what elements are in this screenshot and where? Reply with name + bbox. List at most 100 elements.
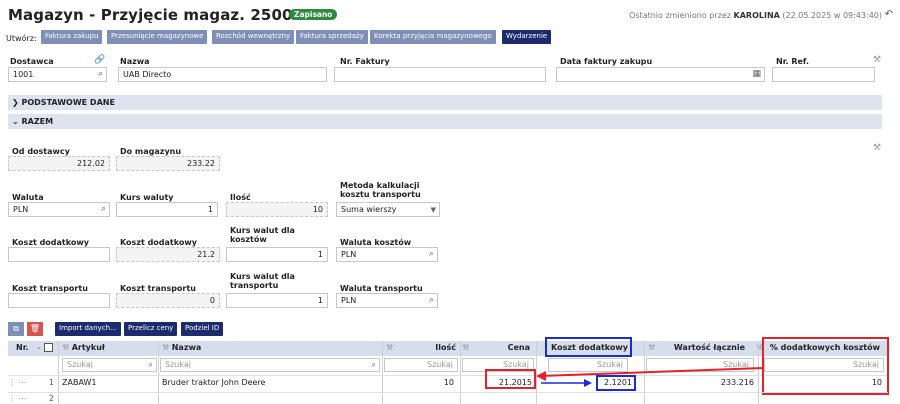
column-header-total-value[interactable]: Wartość łącznie xyxy=(660,343,745,352)
section-total[interactable]: ⌄ RAZEM xyxy=(8,114,882,129)
transport-exchange-rate-label-line2: transportu xyxy=(230,281,279,290)
transport-calc-method-value: Suma wierszy xyxy=(341,205,397,214)
wrench-icon[interactable]: ⚒ xyxy=(462,343,469,352)
transport-currency-value: PLN xyxy=(341,296,357,305)
additional-cost-total-value: 21.2 xyxy=(116,247,220,262)
column-header-price[interactable]: Cena xyxy=(500,343,530,352)
wrench-icon: ⚒ xyxy=(62,343,72,352)
currency-input[interactable]: PLN ⌕ xyxy=(8,202,110,217)
drag-handle-icon[interactable]: ⋮ ⋯ xyxy=(8,394,27,403)
cost-exchange-rate-input[interactable]: 1 xyxy=(226,247,328,262)
transport-calc-method-select[interactable]: Suma wierszy ▼ xyxy=(336,202,440,217)
create-purchase-invoice-button[interactable]: Faktura zakupu xyxy=(41,30,103,44)
transport-cost-label: Koszt transportu xyxy=(12,284,88,293)
transport-cost-input[interactable] xyxy=(8,293,110,308)
search-icon[interactable]: ⌕ xyxy=(101,204,106,214)
calendar-icon[interactable]: ▦ xyxy=(752,69,761,79)
search-icon[interactable]: ⌕ xyxy=(98,69,103,79)
column-divider xyxy=(382,341,383,404)
currency-value: PLN xyxy=(13,205,29,214)
section-basic-data[interactable]: ❯ PODSTAWOWE DANE xyxy=(8,95,882,110)
drag-handle-icon[interactable]: ⋮ ⋯ xyxy=(8,378,27,387)
invoice-number-label: Nr. Faktury xyxy=(340,57,390,66)
cell-quantity[interactable]: 10 xyxy=(384,378,454,387)
history-icon[interactable]: ↶ xyxy=(885,9,893,20)
cell-additional-cost[interactable]: 2.1201 xyxy=(598,378,632,387)
row-number: 1 xyxy=(48,378,54,387)
exchange-rate-label: Kurs waluty xyxy=(120,193,174,202)
column-header-quantity[interactable]: Ilość xyxy=(420,343,456,352)
chevron-down-icon: ▼ xyxy=(430,206,436,214)
cost-currency-input[interactable]: PLN ⌕ xyxy=(336,247,438,262)
wrench-icon[interactable]: ⚒ xyxy=(648,343,655,352)
transport-calc-method-label-line1: Metoda kalkulacji xyxy=(340,181,420,190)
wrench-icon[interactable]: ⚒ xyxy=(873,55,881,65)
copy-icon[interactable]: ⧉ xyxy=(8,322,24,336)
name-label: Nazwa xyxy=(120,57,150,66)
supplier-value: 1001 xyxy=(13,70,34,79)
to-warehouse-value: 233.22 xyxy=(116,156,220,171)
ref-number-input[interactable] xyxy=(772,67,875,82)
search-placeholder: Szukaj xyxy=(165,360,191,369)
column-divider xyxy=(158,341,159,404)
cell-total-value[interactable]: 233.216 xyxy=(646,378,754,387)
additional-cost-input[interactable] xyxy=(8,247,110,262)
from-supplier-value: 212.02 xyxy=(8,156,110,171)
import-data-button[interactable]: Import danych... xyxy=(55,322,121,336)
column-header-additional-cost[interactable]: Koszt dodatkowy xyxy=(548,343,628,352)
cell-price[interactable]: 21.2015 xyxy=(488,378,532,387)
sort-icon[interactable]: ⌄ xyxy=(36,343,42,351)
transport-cost-total-label: Koszt transportu xyxy=(120,284,196,293)
chevron-down-icon: ⌄ xyxy=(12,117,22,126)
create-receipt-correction-button[interactable]: Korekta przyjęcia magazynowego xyxy=(370,30,496,44)
currency-label: Waluta xyxy=(12,193,44,202)
transport-exchange-rate-label: Kurs walut dla transportu xyxy=(230,272,295,290)
cell-name[interactable]: Bruder traktor John Deere xyxy=(162,378,265,387)
cell-article[interactable]: ZABAW1 xyxy=(62,378,96,387)
select-all-checkbox[interactable] xyxy=(44,343,53,352)
create-internal-issue-button[interactable]: Rozchód wewnętrzny xyxy=(212,30,295,44)
section-basic-title: PODSTAWOWE DANE xyxy=(21,98,115,107)
wrench-icon[interactable]: ⚒ xyxy=(873,143,881,153)
additional-cost-total-label: Koszt dodatkowy xyxy=(120,238,197,247)
from-supplier-label: Od dostawcy xyxy=(12,147,70,156)
annotation-arrowhead-red xyxy=(536,371,546,381)
column-divider xyxy=(536,341,537,404)
search-icon[interactable]: ⌕ xyxy=(429,295,434,305)
search-input-additional-cost[interactable]: Szukaj xyxy=(548,358,628,372)
search-input-total-value[interactable]: Szukaj xyxy=(646,358,754,372)
status-badge: Zapisano xyxy=(289,9,338,20)
supplier-input[interactable]: 1001 ⌕ xyxy=(8,67,107,82)
transport-exchange-rate-input[interactable]: 1 xyxy=(226,293,328,308)
transport-currency-label: Waluta transportu xyxy=(340,284,423,293)
split-id-button[interactable]: Podziel ID xyxy=(181,322,224,336)
row-number: 2 xyxy=(48,394,54,403)
column-header-name[interactable]: ⚒ Nazwa xyxy=(162,343,201,352)
column-header-name-label: Nazwa xyxy=(171,343,202,352)
create-stock-transfer-button[interactable]: Przesunięcie magazynowe xyxy=(107,30,208,44)
cell-additional-cost-percent[interactable]: 10 xyxy=(764,378,882,387)
wrench-icon[interactable]: ⚒ xyxy=(386,343,393,352)
create-event-button[interactable]: Wydarzenie xyxy=(502,30,552,44)
invoice-number-input[interactable] xyxy=(334,67,546,82)
recalculate-prices-button[interactable]: Przelicz ceny xyxy=(124,322,178,336)
annotation-arrowhead-blue xyxy=(584,379,592,387)
trash-icon[interactable]: 🗑 xyxy=(27,322,43,336)
name-input[interactable]: UAB Directo xyxy=(118,67,327,82)
row-divider xyxy=(8,375,888,376)
cost-currency-value: PLN xyxy=(341,250,357,259)
supplier-label: Dostawca xyxy=(10,57,54,66)
exchange-rate-input[interactable]: 1 xyxy=(116,202,218,217)
search-input-quantity[interactable]: Szukaj xyxy=(384,358,458,372)
link-icon[interactable]: 🔗 xyxy=(94,55,105,65)
purchase-invoice-date-input[interactable]: ▦ xyxy=(556,67,765,82)
column-header-nr[interactable]: Nr. xyxy=(16,343,29,352)
create-sales-invoice-button[interactable]: Faktura sprzedaży xyxy=(296,30,368,44)
transport-currency-input[interactable]: PLN ⌕ xyxy=(336,293,438,308)
column-divider xyxy=(644,341,645,404)
search-icon[interactable]: ⌕ xyxy=(429,249,434,259)
search-input-name[interactable]: Szukaj ⌕ xyxy=(160,358,380,372)
purchase-invoice-date-label: Data faktury zakupu xyxy=(560,57,653,66)
search-input-article[interactable]: Szukaj ⌕ xyxy=(62,358,157,372)
column-header-article[interactable]: ⚒ Artykuł xyxy=(62,343,105,352)
